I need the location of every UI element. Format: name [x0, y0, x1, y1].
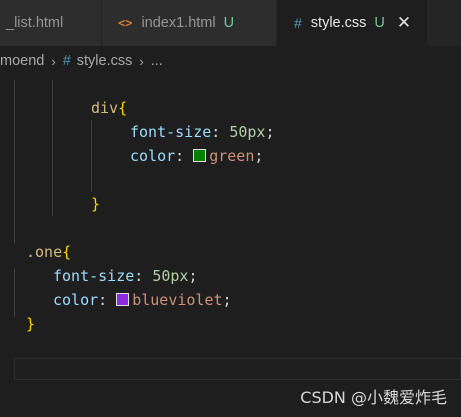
value: green — [209, 147, 255, 165]
watermark: CSDN @小魏爱炸毛 — [300, 388, 447, 407]
code-line: color: green; — [130, 144, 263, 168]
property: color — [53, 291, 99, 309]
html-file-icon: <> — [118, 16, 133, 30]
code-line: } — [26, 312, 35, 336]
indent-guide — [91, 120, 92, 192]
color-swatch[interactable] — [116, 293, 130, 306]
semicolon: ; — [265, 123, 275, 141]
indent-guide — [52, 80, 53, 216]
tab-index1-html[interactable]: <> index1.html U — [102, 0, 276, 46]
code-line: font-size: 50px; — [53, 264, 198, 288]
selector: .one — [26, 243, 63, 261]
css-file-icon: # — [294, 15, 302, 31]
breadcrumb-more[interactable]: ... — [151, 53, 163, 69]
colon: : — [98, 291, 108, 309]
breadcrumb-folder[interactable]: moend — [0, 53, 44, 69]
brace: } — [26, 315, 36, 333]
property: color — [130, 147, 176, 165]
value: 50px — [229, 123, 266, 141]
code-line: font-size: 50px; — [130, 120, 275, 144]
tab-label: index1.html — [141, 15, 216, 31]
semicolon: ; — [222, 291, 232, 309]
brace: { — [118, 99, 128, 117]
untracked-badge: U — [374, 15, 385, 31]
colon: : — [211, 123, 221, 141]
code-line: .one{ — [26, 240, 71, 264]
breadcrumb-file[interactable]: style.css — [77, 53, 133, 69]
chevron-right-icon: › — [51, 53, 56, 69]
colon: : — [134, 267, 144, 285]
value: 50px — [152, 267, 189, 285]
breadcrumb: moend › # style.css › ... — [0, 46, 461, 76]
tab-bar: _list.html <> index1.html U # style.css … — [0, 0, 461, 46]
untracked-badge: U — [223, 15, 235, 31]
chevron-right-icon: › — [139, 53, 144, 69]
tab-label: _list.html — [6, 15, 64, 31]
tab-list-html[interactable]: _list.html — [0, 0, 101, 46]
close-icon[interactable]: ✕ — [397, 13, 411, 33]
brace: } — [91, 195, 101, 213]
color-swatch[interactable] — [193, 149, 207, 162]
semicolon: ; — [254, 147, 264, 165]
tab-style-css[interactable]: # style.css U ✕ — [277, 0, 427, 46]
value: blueviolet — [132, 291, 223, 309]
code-line: color: blueviolet; — [53, 288, 232, 312]
selector: div — [91, 99, 119, 117]
property: font-size — [130, 123, 212, 141]
code-line: div{ — [91, 96, 127, 120]
current-line-highlight — [14, 358, 461, 380]
css-file-icon: # — [62, 53, 71, 69]
property: font-size — [53, 267, 135, 285]
code-editor[interactable]: div{ font-size: 50px; color: green; } .o… — [0, 76, 461, 417]
semicolon: ; — [188, 267, 198, 285]
colon: : — [175, 147, 185, 165]
indent-guide — [14, 80, 15, 243]
tab-label: style.css — [310, 15, 367, 31]
code-line: } — [91, 192, 100, 216]
indent-guide — [14, 269, 15, 317]
brace: { — [62, 243, 72, 261]
